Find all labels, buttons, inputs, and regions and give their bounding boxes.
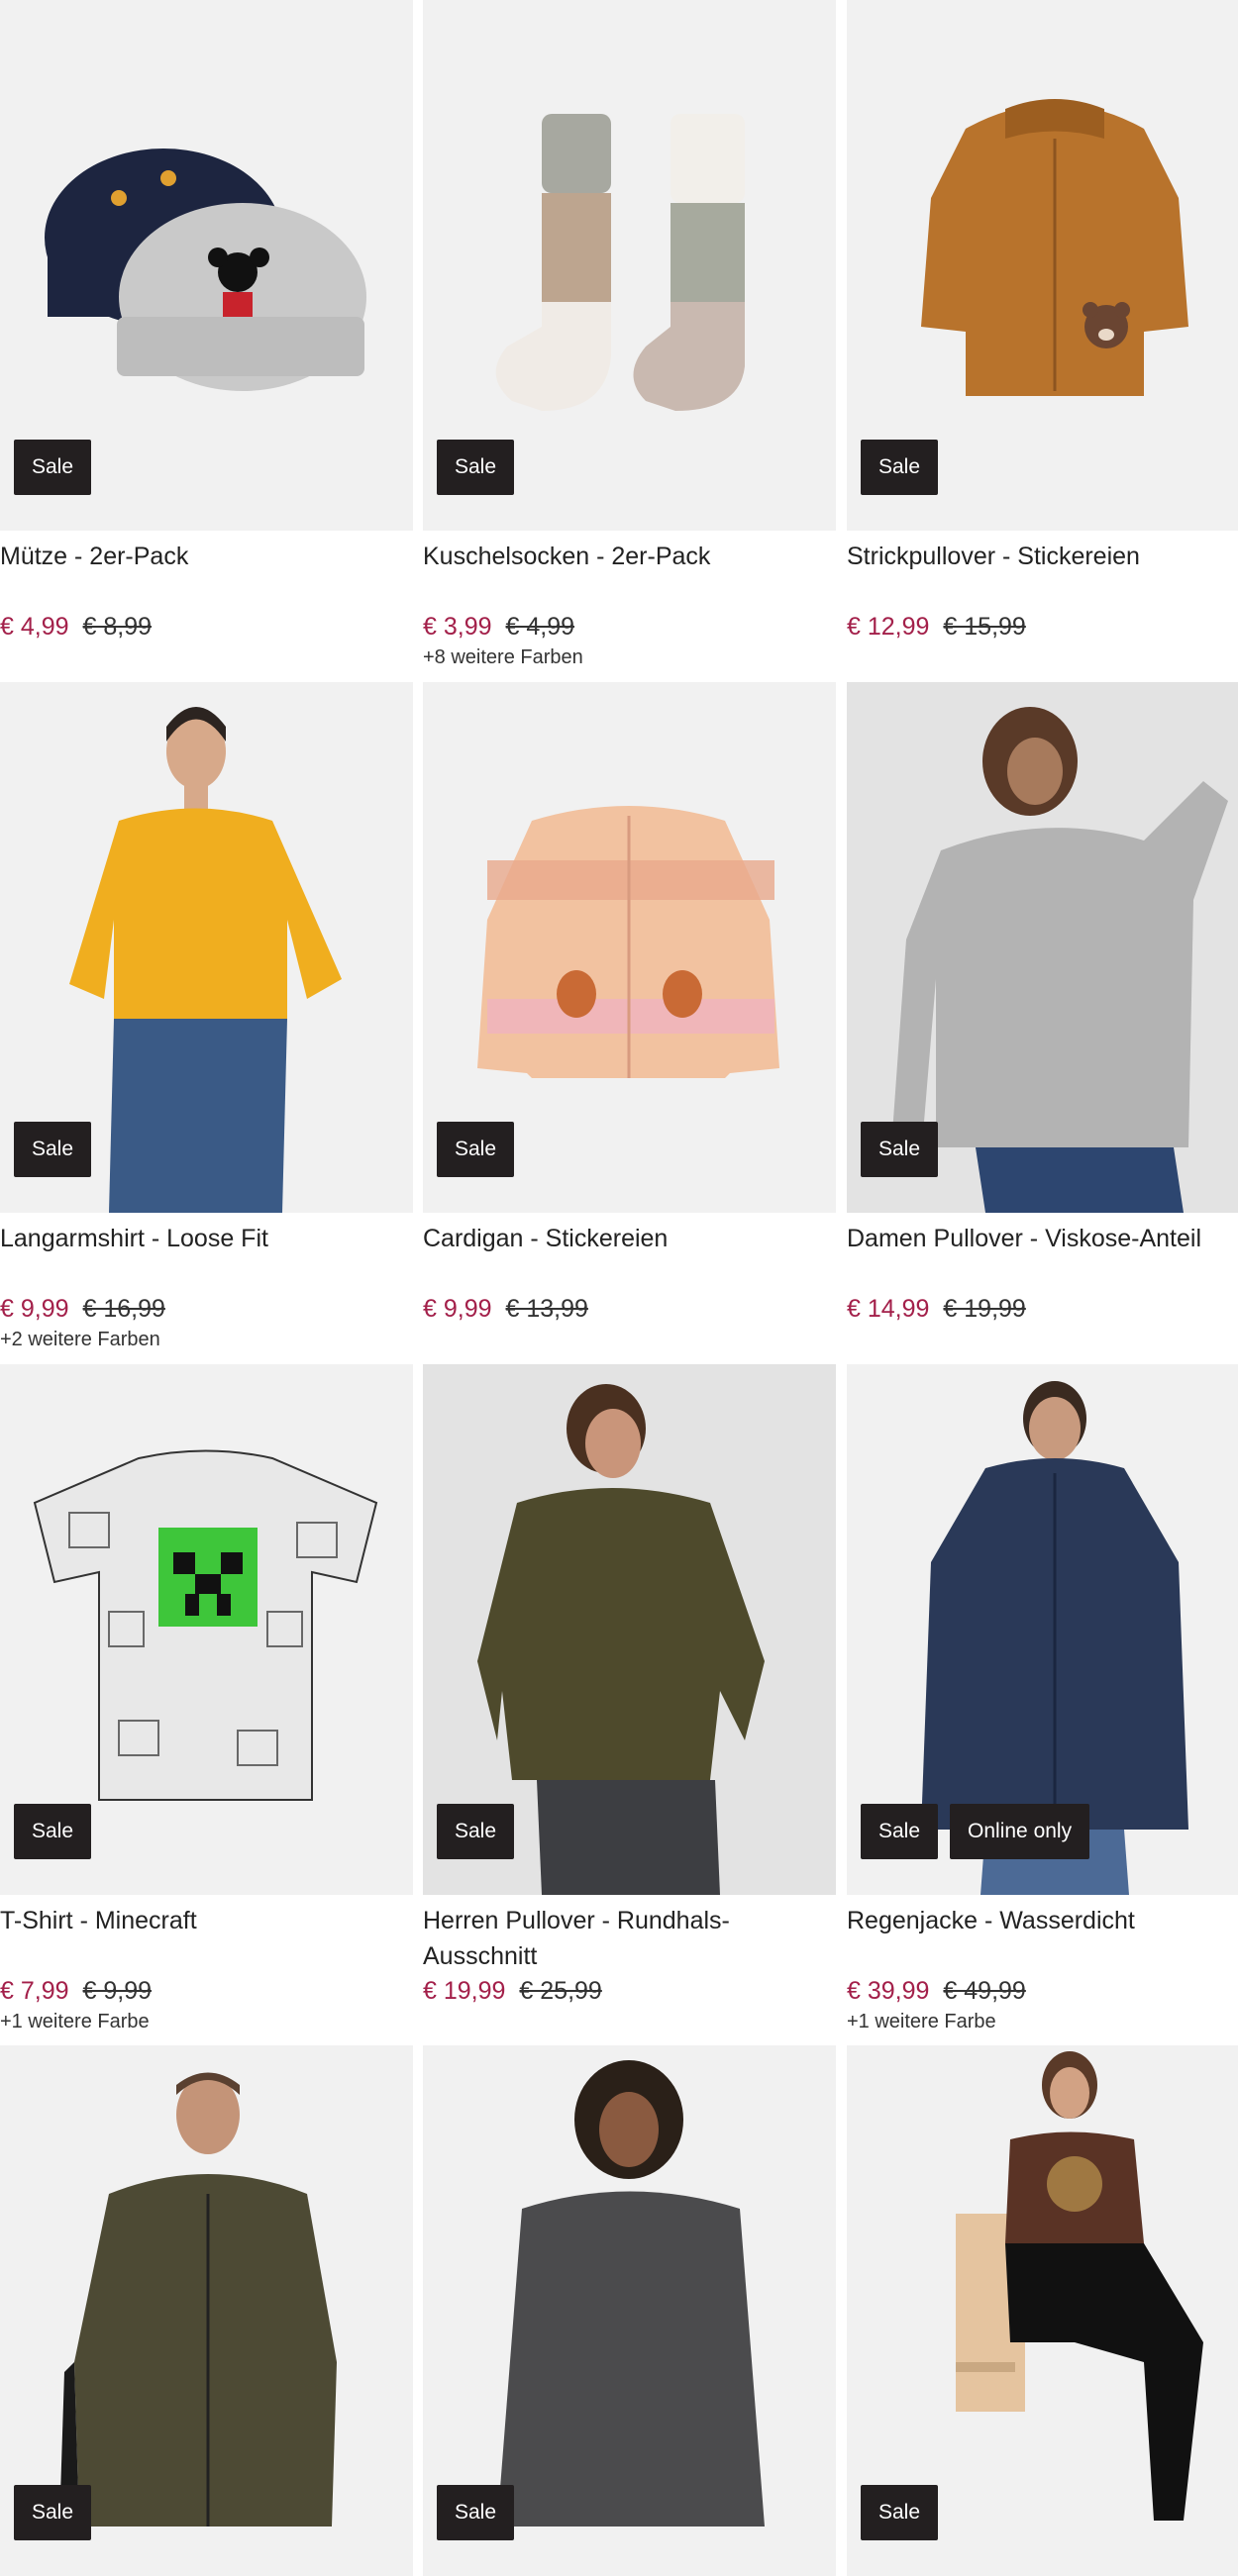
product-card[interactable]: Sale Mütze - 2er-Pack € 4,99 € 8,99 xyxy=(0,0,413,646)
sale-badge: Sale xyxy=(861,1122,939,1177)
current-price: € 4,99 xyxy=(0,613,69,641)
product-card[interactable]: Sale xyxy=(847,2045,1238,2576)
old-price: € 8,99 xyxy=(82,613,153,641)
badge-group: Sale xyxy=(861,2485,939,2540)
old-price: € 25,99 xyxy=(519,1977,602,2005)
product-name[interactable]: Langarmshirt - Loose Fit xyxy=(0,1221,413,1292)
sale-badge: Sale xyxy=(14,2485,92,2540)
old-price: € 9,99 xyxy=(82,1977,153,2005)
badge-group: Sale xyxy=(14,2485,92,2540)
product-image[interactable]: Sale Online only xyxy=(847,1364,1238,1895)
product-image[interactable]: Sale xyxy=(847,682,1238,1213)
product-image[interactable]: Sale xyxy=(423,2045,836,2576)
product-card[interactable]: Sale Damen Pullover - Viskose-Anteil € 1… xyxy=(847,682,1238,1329)
product-image[interactable]: Sale xyxy=(423,682,836,1213)
current-price: € 39,99 xyxy=(847,1977,930,2005)
current-price: € 19,99 xyxy=(423,1977,506,2005)
product-card[interactable]: Sale xyxy=(423,2045,836,2576)
old-price: € 13,99 xyxy=(505,1295,588,1323)
current-price: € 14,99 xyxy=(847,1295,930,1323)
current-price: € 12,99 xyxy=(847,613,930,641)
product-image[interactable]: Sale xyxy=(847,0,1238,531)
product-card[interactable]: Sale T-Shirt - Minecraft € 7,99 € 9,99 +1… xyxy=(0,1364,413,2033)
product-card[interactable]: Sale Online only Regenjacke - Wasserdich… xyxy=(847,1364,1238,2033)
more-colors[interactable]: +1 weitere Farbe xyxy=(0,2011,413,2033)
price-row: € 12,99 € 15,99 xyxy=(847,609,1238,644)
sale-badge: Sale xyxy=(437,440,515,495)
old-price: € 49,99 xyxy=(943,1977,1026,2005)
product-name[interactable]: Herren Pullover - Rundhals-Ausschnitt xyxy=(423,1903,836,1974)
product-grid: Sale Mütze - 2er-Pack € 4,99 € 8,99 Sale … xyxy=(0,0,1238,2576)
product-name[interactable]: Kuschelsocken - 2er-Pack xyxy=(423,539,836,610)
online-only-badge: Online only xyxy=(950,1804,1090,1859)
badge-group: Sale xyxy=(14,440,92,495)
badge-group: Sale Online only xyxy=(861,1804,1090,1859)
product-card[interactable]: Sale Herren Pullover - Rundhals-Ausschni… xyxy=(423,1364,836,2011)
sale-badge: Sale xyxy=(14,1122,92,1177)
product-image[interactable]: Sale xyxy=(423,1364,836,1895)
current-price: € 3,99 xyxy=(423,613,492,641)
badge-group: Sale xyxy=(861,440,939,495)
sale-badge: Sale xyxy=(861,2485,939,2540)
sale-badge: Sale xyxy=(14,1804,92,1859)
current-price: € 9,99 xyxy=(423,1295,492,1323)
sale-badge: Sale xyxy=(14,440,92,495)
product-image[interactable]: Sale xyxy=(0,682,413,1213)
price-row: € 19,99 € 25,99 xyxy=(423,1973,836,2009)
product-card[interactable]: Sale Kuschelsocken - 2er-Pack € 3,99 € 4,… xyxy=(423,0,836,669)
product-image[interactable]: Sale xyxy=(847,2045,1238,2576)
product-card[interactable]: Sale Langarmshirt - Loose Fit € 9,99 € 16… xyxy=(0,682,413,1351)
current-price: € 9,99 xyxy=(0,1295,69,1323)
more-colors[interactable]: +1 weitere Farbe xyxy=(847,2011,1238,2033)
more-colors[interactable]: +2 weitere Farben xyxy=(0,1329,413,1351)
old-price: € 15,99 xyxy=(943,613,1026,641)
price-row: € 14,99 € 19,99 xyxy=(847,1291,1238,1327)
price-row: € 9,99 € 13,99 xyxy=(423,1291,836,1327)
product-image[interactable]: Sale xyxy=(0,2045,413,2576)
price-row: € 3,99 € 4,99 xyxy=(423,609,836,644)
badge-group: Sale xyxy=(861,1122,939,1177)
product-name[interactable]: Regenjacke - Wasserdicht xyxy=(847,1903,1238,1974)
product-name[interactable]: T-Shirt - Minecraft xyxy=(0,1903,413,1974)
sale-badge: Sale xyxy=(861,1804,939,1859)
price-row: € 9,99 € 16,99 xyxy=(0,1291,413,1327)
badge-group: Sale xyxy=(14,1122,92,1177)
more-colors[interactable]: +8 weitere Farben xyxy=(423,646,836,669)
badge-group: Sale xyxy=(437,1122,515,1177)
product-image[interactable]: Sale xyxy=(0,0,413,531)
product-name[interactable]: Strickpullover - Stickereien xyxy=(847,539,1238,610)
product-card[interactable]: Sale Cardigan - Stickereien € 9,99 € 13,9… xyxy=(423,682,836,1329)
current-price: € 7,99 xyxy=(0,1977,69,2005)
price-row: € 39,99 € 49,99 xyxy=(847,1973,1238,2009)
product-name[interactable]: Cardigan - Stickereien xyxy=(423,1221,836,1292)
sale-badge: Sale xyxy=(437,1804,515,1859)
product-card[interactable]: Sale Strickpullover - Stickereien € 12,9… xyxy=(847,0,1238,646)
price-row: € 7,99 € 9,99 xyxy=(0,1973,413,2009)
old-price: € 19,99 xyxy=(943,1295,1026,1323)
badge-group: Sale xyxy=(437,2485,515,2540)
product-name[interactable]: Damen Pullover - Viskose-Anteil xyxy=(847,1221,1238,1292)
badge-group: Sale xyxy=(437,440,515,495)
product-name[interactable]: Mütze - 2er-Pack xyxy=(0,539,413,610)
product-image[interactable]: Sale xyxy=(0,1364,413,1895)
price-row: € 4,99 € 8,99 xyxy=(0,609,413,644)
sale-badge: Sale xyxy=(437,2485,515,2540)
old-price: € 16,99 xyxy=(82,1295,165,1323)
badge-group: Sale xyxy=(14,1804,92,1859)
sale-badge: Sale xyxy=(861,440,939,495)
product-card[interactable]: Sale xyxy=(0,2045,413,2576)
sale-badge: Sale xyxy=(437,1122,515,1177)
old-price: € 4,99 xyxy=(505,613,575,641)
product-image[interactable]: Sale xyxy=(423,0,836,531)
badge-group: Sale xyxy=(437,1804,515,1859)
